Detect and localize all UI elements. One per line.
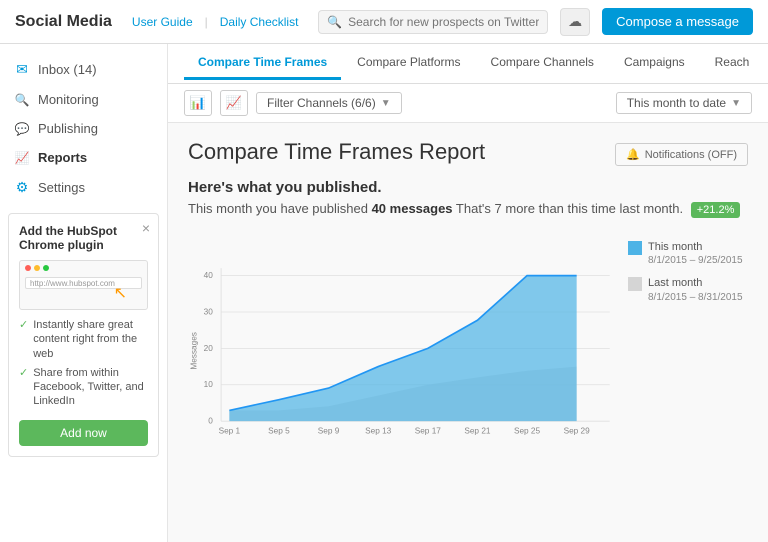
svg-text:40: 40 bbox=[204, 271, 214, 280]
svg-text:Sep 25: Sep 25 bbox=[514, 427, 541, 436]
growth-badge: +21.2% bbox=[691, 202, 741, 218]
sidebar-item-label: Publishing bbox=[38, 121, 98, 136]
svg-text:20: 20 bbox=[204, 344, 214, 353]
cursor-icon: ↖ bbox=[114, 283, 127, 303]
svg-text:Sep 1: Sep 1 bbox=[219, 427, 241, 436]
user-guide-link[interactable]: User Guide bbox=[132, 15, 193, 29]
legend-this-month-label: This month bbox=[648, 240, 743, 255]
check-icon-1: ✓ bbox=[19, 318, 28, 332]
plugin-browser-preview: http://www.hubspot.com ↖ bbox=[19, 260, 148, 310]
svg-text:Sep 5: Sep 5 bbox=[268, 427, 290, 436]
svg-text:Sep 13: Sep 13 bbox=[365, 427, 392, 436]
svg-text:Sep 29: Sep 29 bbox=[564, 427, 591, 436]
chart-container: 0 10 20 30 40 Messages bbox=[188, 230, 748, 480]
legend-this-month: This month 8/1/2015 – 9/25/2015 bbox=[628, 240, 748, 266]
svg-text:Sep 9: Sep 9 bbox=[318, 427, 340, 436]
tabs-bar: Compare Time Frames Compare Platforms Co… bbox=[168, 44, 768, 84]
sidebar-item-label: Monitoring bbox=[38, 92, 99, 107]
main-layout: ✉ Inbox (14) 🔍 Monitoring 💬 Publishing 📈… bbox=[0, 44, 768, 542]
svg-text:10: 10 bbox=[204, 380, 214, 389]
published-description: This month you have published 40 message… bbox=[188, 201, 748, 218]
settings-icon: ⚙ bbox=[14, 179, 30, 196]
svg-text:Messages: Messages bbox=[189, 332, 198, 370]
tab-compare-channels[interactable]: Compare Channels bbox=[477, 47, 608, 80]
date-range-select[interactable]: This month to date ▼ bbox=[616, 92, 752, 114]
trend-icon: 📈 bbox=[226, 95, 242, 111]
sidebar: ✉ Inbox (14) 🔍 Monitoring 💬 Publishing 📈… bbox=[0, 44, 168, 542]
plugin-title: Add the HubSpot Chrome plugin bbox=[19, 224, 148, 252]
publishing-icon: 💬 bbox=[14, 122, 30, 136]
app-logo: Social Media bbox=[15, 13, 112, 31]
sidebar-item-inbox[interactable]: ✉ Inbox (14) bbox=[0, 54, 167, 85]
legend-last-month-label: Last month bbox=[648, 276, 743, 291]
svg-text:0: 0 bbox=[208, 417, 213, 426]
plugin-box: Add the HubSpot Chrome plugin × http://w… bbox=[8, 213, 159, 457]
svg-text:30: 30 bbox=[204, 307, 214, 316]
header: Social Media User Guide | Daily Checklis… bbox=[0, 0, 768, 44]
svg-text:Sep 21: Sep 21 bbox=[464, 427, 491, 436]
daily-checklist-link[interactable]: Daily Checklist bbox=[220, 15, 299, 29]
chart-legend: This month 8/1/2015 – 9/25/2015 Last mon… bbox=[628, 230, 748, 480]
sidebar-item-monitoring[interactable]: 🔍 Monitoring bbox=[0, 85, 167, 114]
sidebar-item-publishing[interactable]: 💬 Publishing bbox=[0, 114, 167, 143]
plugin-feature-2: ✓ Share from within Facebook, Twitter, a… bbox=[19, 366, 148, 409]
compose-button[interactable]: Compose a message bbox=[602, 8, 753, 35]
upload-icon-button[interactable]: ☁ bbox=[560, 8, 590, 36]
reports-icon: 📈 bbox=[14, 151, 30, 165]
sidebar-item-label: Reports bbox=[38, 150, 87, 165]
monitoring-icon: 🔍 bbox=[14, 93, 30, 107]
filter-bar: 📊 📈 Filter Channels (6/6) ▼ This month t… bbox=[168, 84, 768, 123]
bar-chart-icon: 📊 bbox=[190, 95, 206, 111]
svg-text:Sep 17: Sep 17 bbox=[415, 427, 442, 436]
caret-down-icon: ▼ bbox=[731, 98, 741, 109]
filter-channels-button[interactable]: Filter Channels (6/6) ▼ bbox=[256, 92, 402, 114]
report-content: 🔔 Notifications (OFF) Compare Time Frame… bbox=[168, 123, 768, 496]
published-title: Here's what you published. bbox=[188, 179, 748, 196]
sidebar-item-reports[interactable]: 📈 Reports bbox=[0, 143, 167, 172]
sidebar-item-settings[interactable]: ⚙ Settings bbox=[0, 172, 167, 203]
legend-this-month-date: 8/1/2015 – 9/25/2015 bbox=[648, 255, 743, 266]
tab-campaigns[interactable]: Campaigns bbox=[610, 47, 699, 80]
plugin-close-button[interactable]: × bbox=[142, 220, 150, 236]
sidebar-item-label: Inbox (14) bbox=[38, 62, 97, 77]
notifications-button[interactable]: 🔔 Notifications (OFF) bbox=[615, 143, 748, 166]
header-divider: | bbox=[205, 15, 208, 29]
add-now-button[interactable]: Add now bbox=[19, 420, 148, 446]
tab-compare-time[interactable]: Compare Time Frames bbox=[184, 47, 341, 80]
legend-last-month: Last month 8/1/2015 – 8/31/2015 bbox=[628, 276, 748, 302]
check-icon-2: ✓ bbox=[19, 366, 28, 380]
legend-last-month-date: 8/1/2015 – 8/31/2015 bbox=[648, 292, 743, 303]
caret-down-icon: ▼ bbox=[381, 98, 391, 109]
time-series-chart: 0 10 20 30 40 Messages bbox=[188, 230, 618, 480]
search-input[interactable] bbox=[348, 15, 539, 29]
sidebar-item-label: Settings bbox=[38, 180, 85, 195]
published-count: 40 messages bbox=[372, 201, 453, 216]
tab-reach[interactable]: Reach bbox=[701, 47, 764, 80]
chart-area: 0 10 20 30 40 Messages bbox=[188, 230, 618, 480]
main-content: Compare Time Frames Compare Platforms Co… bbox=[168, 44, 768, 542]
plugin-feature-1: ✓ Instantly share great content right fr… bbox=[19, 318, 148, 361]
upload-icon: ☁ bbox=[568, 13, 582, 30]
browser-dot-red bbox=[25, 265, 31, 271]
browser-dot-yellow bbox=[34, 265, 40, 271]
search-icon: 🔍 bbox=[327, 15, 342, 29]
browser-dot-green bbox=[43, 265, 49, 271]
bell-icon: 🔔 bbox=[626, 148, 640, 161]
tab-compare-platforms[interactable]: Compare Platforms bbox=[343, 47, 474, 80]
legend-color-this-month bbox=[628, 241, 642, 255]
legend-color-last-month bbox=[628, 277, 642, 291]
trend-icon-button[interactable]: 📈 bbox=[220, 90, 248, 116]
bar-chart-icon-button[interactable]: 📊 bbox=[184, 90, 212, 116]
inbox-icon: ✉ bbox=[14, 61, 30, 78]
report-header-row: 🔔 Notifications (OFF) Compare Time Frame… bbox=[188, 139, 748, 179]
published-section: Here's what you published. This month yo… bbox=[188, 179, 748, 218]
search-bar: 🔍 bbox=[318, 10, 548, 34]
